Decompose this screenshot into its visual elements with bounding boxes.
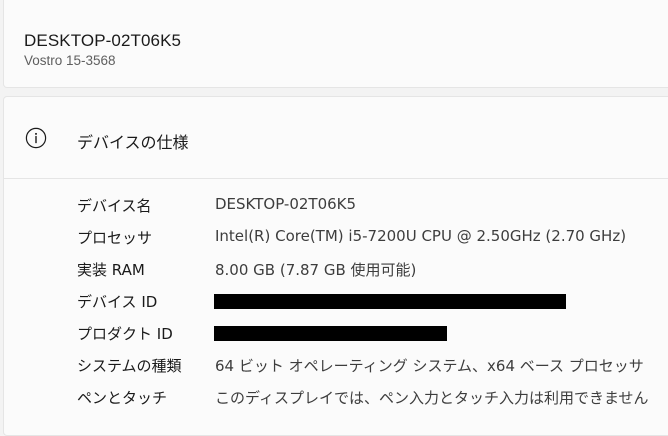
spec-label: プロセッサ: [77, 229, 153, 247]
spec-label: 実装 RAM: [77, 261, 145, 279]
device-model: Vostro 15-3568: [24, 53, 116, 68]
spec-value: Intel(R) Core(TM) i5-7200U CPU @ 2.50GHz…: [215, 227, 627, 245]
device-specifications-title: デバイスの仕様: [77, 133, 189, 152]
info-icon: [25, 127, 47, 149]
spec-label: プロダクト ID: [77, 325, 173, 343]
spec-value: このディスプレイでは、ペン入力とタッチ入力は利用できません: [215, 389, 649, 407]
spec-label: システムの種類: [77, 357, 182, 375]
spec-label: デバイス名: [77, 197, 152, 215]
spec-label: ペンとタッチ: [77, 389, 168, 407]
spec-label: デバイス ID: [77, 293, 158, 311]
device-card: DESKTOP-02T06K5 Vostro 15-3568: [3, 0, 668, 88]
device-specifications-header[interactable]: デバイスの仕様: [4, 97, 668, 179]
spec-value: DESKTOP-02T06K5: [215, 195, 357, 213]
device-name: DESKTOP-02T06K5: [24, 31, 182, 50]
redaction-block: [214, 326, 447, 341]
redaction-block: [214, 294, 566, 309]
device-specifications-card: デバイスの仕様 デバイス名 DESKTOP-02T06K5 プロセッサ Inte…: [3, 96, 668, 436]
spec-value: 8.00 GB (7.87 GB 使用可能): [215, 261, 417, 279]
spec-value: 64 ビット オペレーティング システム、x64 ベース プロセッサ: [215, 357, 644, 375]
